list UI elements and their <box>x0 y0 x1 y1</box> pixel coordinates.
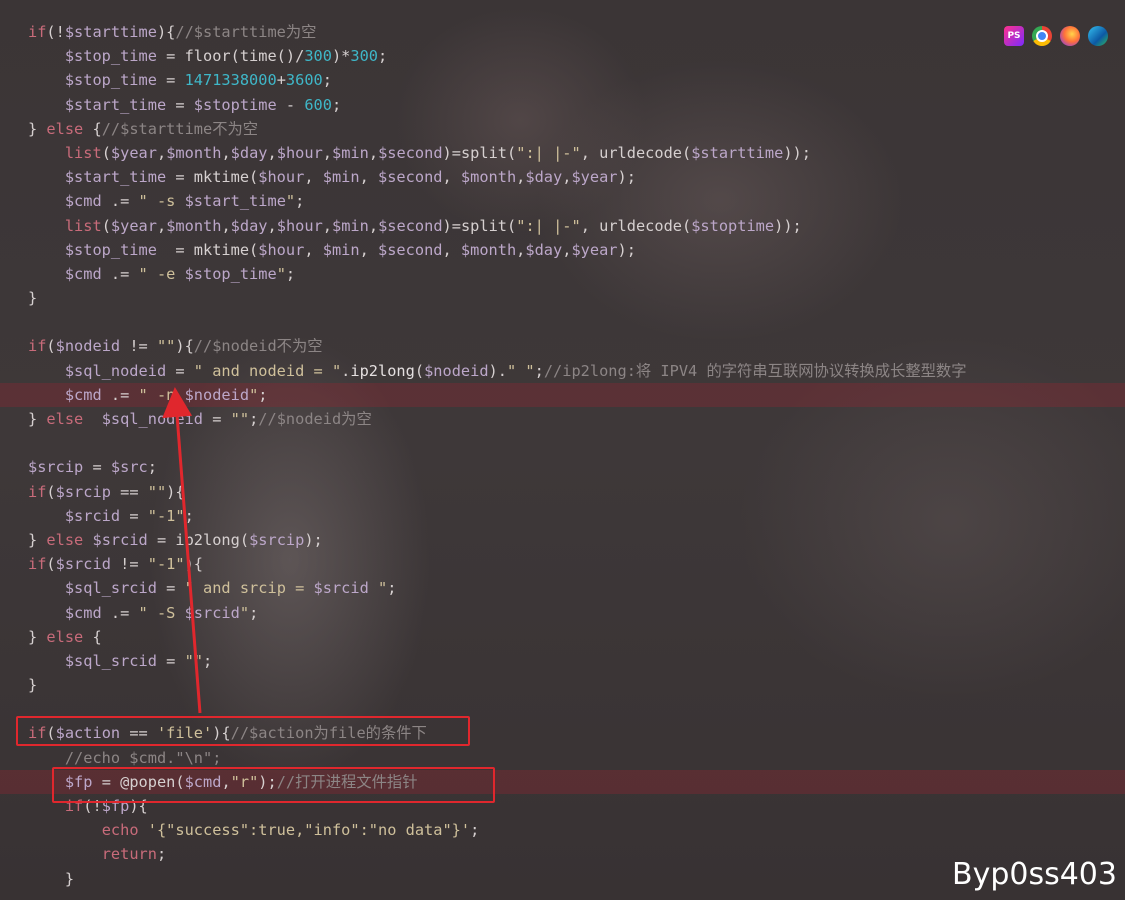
phpstorm-icon[interactable]: PS <box>1004 26 1024 46</box>
annotation-arrow <box>162 387 202 714</box>
edge-icon[interactable] <box>1088 26 1108 46</box>
watermark: Byp0ss403 <box>952 857 1117 892</box>
browser-icon-bar: PS <box>1004 26 1108 46</box>
firefox-icon[interactable] <box>1060 26 1080 46</box>
chrome-icon[interactable] <box>1032 26 1052 46</box>
